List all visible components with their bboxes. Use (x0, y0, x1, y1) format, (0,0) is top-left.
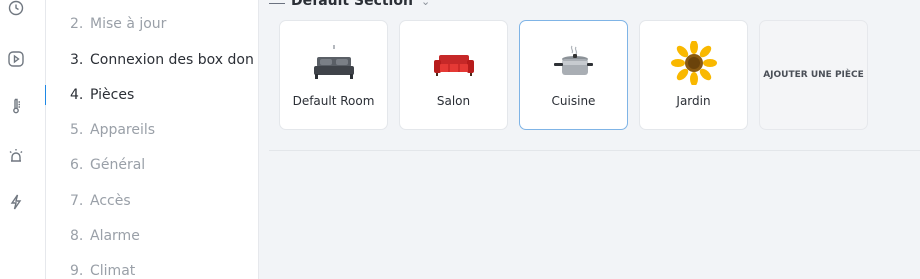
room-card-jardin[interactable]: Jardin (639, 20, 748, 130)
pot-icon (520, 43, 627, 83)
sofa-icon (400, 43, 507, 83)
room-card-salon[interactable]: Salon (399, 20, 508, 130)
main-content: Default Section ⌄ Default Room Salon Cui… (259, 0, 920, 279)
lightning-icon[interactable] (7, 193, 25, 211)
wizard-steps: 2. Mise à jour 3. Connexion des box don … (46, 0, 259, 279)
step-number: 4. (70, 87, 84, 103)
step-label: Appareils (90, 122, 156, 138)
step-pieces[interactable]: 4. Pièces (70, 85, 134, 105)
room-label: Cuisine (551, 94, 596, 108)
bed-icon (280, 43, 387, 83)
step-climat[interactable]: 9. Climat (70, 261, 135, 279)
step-mise-a-jour[interactable]: 2. Mise à jour (70, 14, 166, 34)
step-label: Pièces (90, 87, 135, 103)
step-label: Mise à jour (90, 16, 167, 32)
room-cards: Default Room Salon Cuisine Jardin AJOUTE… (279, 20, 868, 130)
step-label: Alarme (90, 228, 140, 244)
section-title: Default Section (291, 0, 413, 9)
step-appareils[interactable]: 5. Appareils (70, 120, 155, 140)
step-general[interactable]: 6. Général (70, 155, 145, 175)
room-label: Jardin (676, 94, 711, 108)
thermometer-icon[interactable] (7, 97, 25, 115)
step-number: 5. (70, 122, 84, 138)
step-connexion-box[interactable]: 3. Connexion des box don (70, 50, 254, 70)
step-number: 6. (70, 157, 84, 173)
chevron-down-icon[interactable]: ⌄ (421, 0, 430, 8)
step-number: 3. (70, 52, 84, 68)
alarm-icon[interactable] (7, 146, 25, 164)
clock-icon[interactable] (7, 0, 25, 18)
step-label: Accès (90, 193, 131, 209)
room-label: Salon (436, 94, 471, 108)
add-room-label: AJOUTER UNE PIÈCE (763, 70, 864, 80)
icon-rail (0, 0, 46, 279)
add-room-button[interactable]: AJOUTER UNE PIÈCE (759, 20, 868, 130)
room-card-cuisine[interactable]: Cuisine (519, 20, 628, 130)
step-label: Général (90, 157, 146, 173)
sunflower-icon (640, 41, 747, 85)
step-number: 8. (70, 228, 84, 244)
step-number: 7. (70, 193, 84, 209)
step-label: Climat (90, 263, 136, 279)
room-card-default-room[interactable]: Default Room (279, 20, 388, 130)
step-acces[interactable]: 7. Accès (70, 191, 131, 211)
drag-handle-icon[interactable] (269, 0, 285, 7)
step-alarme[interactable]: 8. Alarme (70, 226, 140, 246)
section-divider (269, 150, 920, 151)
step-number: 2. (70, 16, 84, 32)
step-label: Connexion des box don (90, 52, 254, 68)
play-icon[interactable] (7, 50, 25, 68)
section-header[interactable]: Default Section ⌄ (269, 0, 430, 10)
room-label: Default Room (292, 94, 375, 108)
step-number: 9. (70, 263, 84, 279)
